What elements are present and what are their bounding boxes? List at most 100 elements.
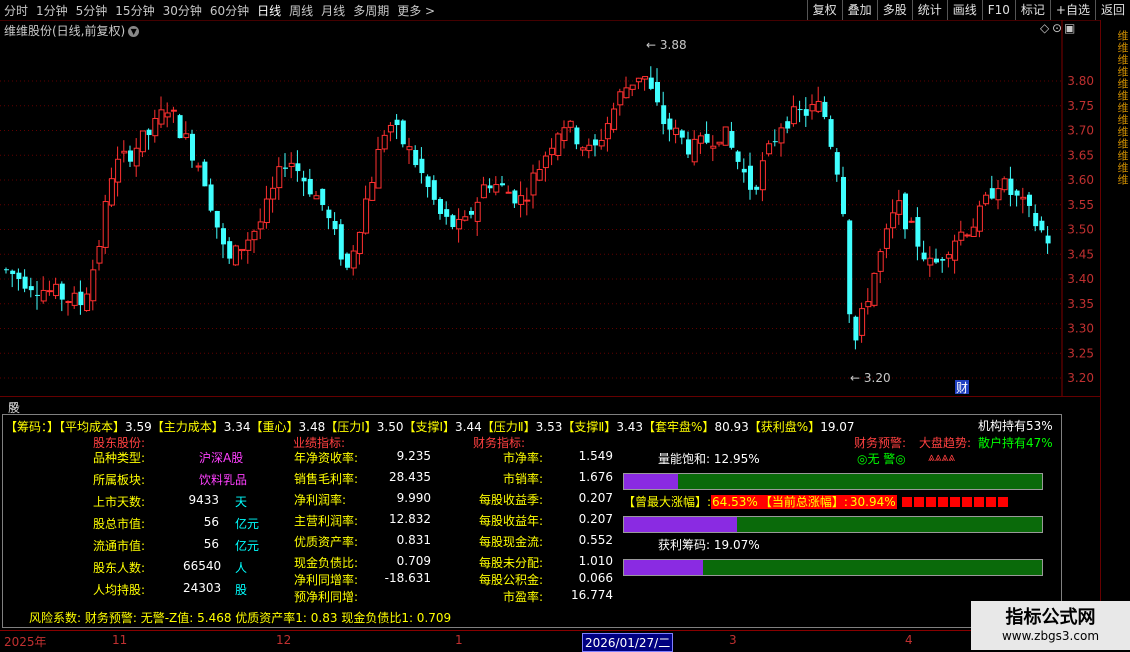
tool-button-1[interactable]: 叠加 [841, 0, 877, 20]
max-gain-value: 64.53% [711, 495, 759, 509]
period-5[interactable]: 60分钟 [206, 2, 253, 19]
period-9[interactable]: 多周期 [349, 2, 393, 19]
price-tick: 3.65 [1067, 148, 1094, 162]
shareholder-label: 人均持股: [93, 583, 146, 597]
chip-key-9: 【获利盘%】 [748, 420, 821, 434]
candle-body [276, 166, 283, 189]
tool-button-2[interactable]: 多股 [876, 0, 912, 20]
period-0[interactable]: 分时 [0, 2, 32, 19]
candle-body [871, 272, 878, 306]
candle-body [487, 185, 493, 189]
shareholder-label: 所属板块: [93, 473, 146, 487]
fin-label: 市销率: [502, 472, 543, 486]
fin-value: 1.676 [578, 470, 613, 484]
candle-body [102, 201, 109, 248]
shareholder-label: 股东人数: [93, 561, 146, 575]
high-price-label: ← 3.88 [646, 38, 687, 52]
candle-body [28, 286, 34, 291]
time-axis: 2025年 11 12 1 2026/01/27/二 3 4 [0, 630, 1100, 652]
candle-body [320, 188, 326, 205]
indicator-panel: 【筹码：】【平均成本】3.59【主力成本】3.34【重心】3.48【压力Ⅰ】3.… [2, 414, 1062, 628]
candle-body [877, 251, 884, 272]
period-3[interactable]: 15分钟 [111, 2, 158, 19]
period-1[interactable]: 1分钟 [32, 2, 72, 19]
tool-button-8[interactable]: 返回 [1094, 0, 1130, 20]
retail-hold: 散户持有47% [978, 436, 1053, 450]
candle-body [908, 220, 915, 223]
candle-body [158, 109, 165, 125]
period-7[interactable]: 周线 [285, 2, 317, 19]
tool-button-4[interactable]: 画线 [946, 0, 982, 20]
candle-body [853, 316, 859, 341]
price-tick: 3.40 [1067, 272, 1094, 286]
period-10[interactable]: 更多 > [393, 2, 439, 19]
tool-button-0[interactable]: 复权 [806, 0, 842, 20]
candle-body [456, 218, 463, 230]
candlestick-chart[interactable]: 3.80 3.75 3.70 3.65 3.60 3.55 3.50 3.45 3.40 3.35… [0, 20, 1100, 396]
candle-body [214, 210, 220, 228]
time-label-5: 3 [729, 633, 737, 647]
candle-body [53, 283, 60, 297]
candle-body [121, 150, 128, 154]
candle-body [338, 224, 344, 260]
shareholder-unit: 股 [235, 583, 248, 597]
period-4[interactable]: 30分钟 [159, 2, 206, 19]
chart-tools: 复权 叠加 多股 统计 画线 F10 标记 +自选 返回 [806, 0, 1130, 20]
candle-body [208, 184, 214, 211]
candle-body [139, 130, 146, 153]
candle-body [655, 81, 660, 103]
candle-body [425, 176, 431, 188]
candle-body [785, 121, 791, 129]
tool-button-3[interactable]: 统计 [911, 0, 947, 20]
price-tick: 3.45 [1067, 247, 1094, 261]
candle-body [190, 133, 195, 161]
candle-body [195, 165, 202, 168]
candle-body [493, 184, 500, 193]
candle-body [183, 133, 190, 139]
candle-body [518, 195, 525, 205]
perf-label: 净利润率: [294, 493, 347, 507]
low-price-label: ← 3.20 [850, 371, 891, 385]
tool-button-6[interactable]: 标记 [1014, 0, 1050, 20]
candle-body [251, 230, 258, 241]
fin-value: 0.552 [578, 533, 613, 547]
candle-body [40, 289, 47, 302]
shareholder-unit: 人 [235, 561, 248, 575]
candle-body [530, 172, 537, 196]
period-8[interactable]: 月线 [317, 2, 349, 19]
chip-value-9: 19.07 [820, 420, 855, 434]
tool-button-7[interactable]: +自选 [1049, 0, 1095, 20]
candle-body [307, 178, 313, 195]
candle-body [345, 253, 350, 268]
candle-body [1001, 178, 1008, 191]
candle-body [202, 161, 208, 187]
candle-body [549, 147, 556, 156]
candle-body [500, 183, 505, 186]
candle-body [227, 241, 233, 259]
perf-value: 28.435 [389, 470, 431, 484]
tool-button-5[interactable]: F10 [981, 0, 1015, 20]
fin-value: 16.774 [571, 588, 613, 602]
cur-gain-label: 【当前总涨幅】: [758, 495, 849, 509]
fin-warn-label: 财务预警: [854, 436, 907, 450]
candle-body [629, 84, 636, 90]
fin-value: 0.207 [578, 491, 613, 505]
candle-body [301, 177, 307, 182]
candle-body [10, 270, 16, 275]
candle-body [1008, 178, 1014, 195]
candle-body [859, 308, 866, 336]
indicator-header: ⊙ 股朋指标网 [0, 396, 1100, 483]
candle-body [958, 231, 965, 241]
perf-label: 优质资产率: [294, 535, 359, 549]
candle-body [128, 150, 133, 162]
fin-value: 0.207 [578, 512, 613, 526]
candle-body [542, 155, 549, 169]
period-6[interactable]: 日线 [253, 2, 285, 19]
candle-body [108, 178, 115, 206]
chip-value-7: 3.43 [616, 420, 644, 434]
candle-body [940, 258, 946, 261]
candle-body [524, 199, 531, 202]
candle-body [536, 169, 543, 181]
period-2[interactable]: 5分钟 [72, 2, 112, 19]
gain-bar [623, 516, 1043, 533]
